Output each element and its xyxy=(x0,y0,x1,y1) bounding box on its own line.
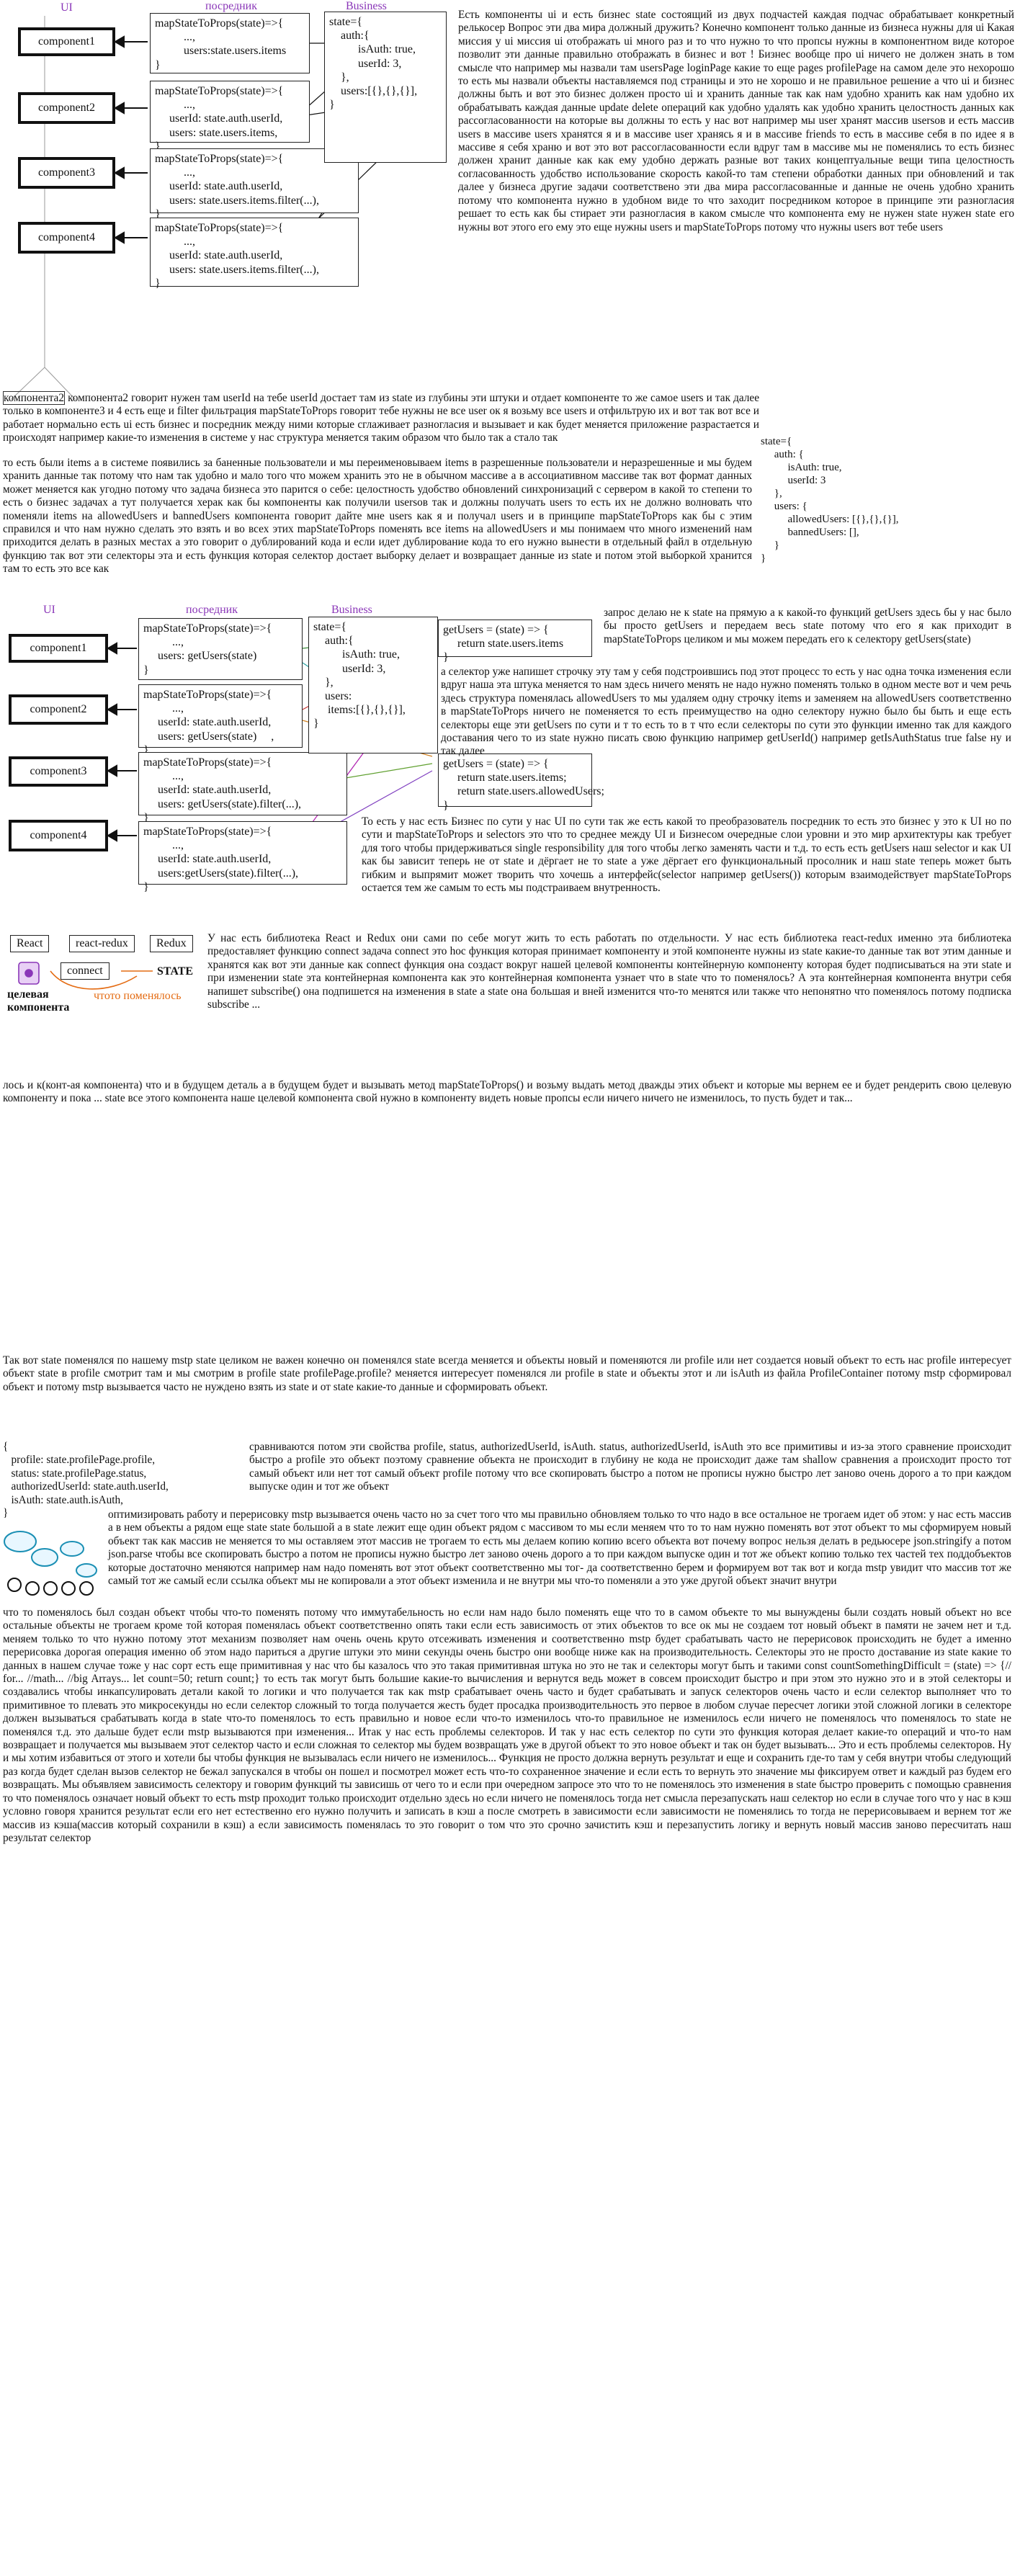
mstp-box-4: mapStateToProps(state)=>{ ..., userId: s… xyxy=(150,218,359,290)
connect-box: connect xyxy=(61,962,109,980)
state-box-2: state={ auth:{ isAuth: true, userId: 3, … xyxy=(308,617,438,753)
paragraph-intro: Есть компоненты ui и есть бизнес state с… xyxy=(458,9,1014,233)
changed-label: чтото поменялось xyxy=(94,990,182,1002)
paragraph-optimize: оптимизировать работу и перерисовку mstp… xyxy=(108,1508,1011,1588)
component1-box: component1 xyxy=(18,27,115,56)
redux-box: Redux xyxy=(150,935,193,952)
selector-box-1: getUsers = (state) => { return state.use… xyxy=(438,620,592,663)
mstp2-box-2: mapStateToProps(state)=>{ ..., userId: s… xyxy=(138,684,303,756)
paragraph-selector-change: а селектор уже напишет строчку эту там у… xyxy=(441,666,1011,758)
state-small-code: state={ auth: { isAuth: true, userId: 3 … xyxy=(756,432,972,576)
mstp-box-1: mapStateToProps(state)=>{ ..., users:sta… xyxy=(150,13,310,73)
component2-chip: компонента2 xyxy=(3,391,65,405)
ui-label-2: UI xyxy=(43,604,55,616)
mstp2-box-3: mapStateToProps(state)=>{ ..., userId: s… xyxy=(138,752,347,824)
component3-box: component3 xyxy=(18,157,115,189)
paragraph-selectors-memo: что то поменялось был создан объект чтоб… xyxy=(3,1606,1011,1844)
target-component-label: целевая компонента xyxy=(7,988,70,1014)
paragraph-component2: компонента2 компонента2 говорит нужен та… xyxy=(3,391,760,445)
component4-box-2: component4 xyxy=(9,820,108,851)
mstp-box-2: mapStateToProps(state)=>{ ..., userId: s… xyxy=(150,81,310,153)
paragraph-selector-request: запрос делаю не к state на прямую а к ка… xyxy=(604,607,1011,645)
posrednik-label-2: посредник xyxy=(186,604,238,616)
component2-box-2: component2 xyxy=(9,694,108,725)
paragraph-component2-text: компонента2 говорит нужен там userId на … xyxy=(3,392,760,444)
mstp2-box-4: mapStateToProps(state)=>{ ..., userId: s… xyxy=(138,821,347,893)
component1-box-2: component1 xyxy=(9,634,108,663)
state-box: state={ auth:{ isAuth: true, userId: 3, … xyxy=(324,12,447,163)
react-redux-box: react-redux xyxy=(69,935,135,952)
posrednik-label: посредник xyxy=(205,0,257,12)
paragraph-items-change: то есть были items а в системе появились… xyxy=(3,457,752,576)
paragraph-react-redux: У нас есть библиотека React и Redux они … xyxy=(207,932,1011,1011)
paragraph-state-changed: Так вот state поменялся по нашему mstp s… xyxy=(3,1354,1011,1393)
component4-box: component4 xyxy=(18,222,115,254)
mstp2-box-1: mapStateToProps(state)=>{ ..., users: ge… xyxy=(138,618,303,680)
paragraph-container-component: лось и к(конт-ая компонента) что и в буд… xyxy=(3,1079,1011,1105)
state-label: STATE xyxy=(157,965,194,978)
selector-box-2: getUsers = (state) => { return state.use… xyxy=(438,753,604,812)
component2-box: component2 xyxy=(18,92,115,124)
ui-label: UI xyxy=(61,1,73,14)
business-label-2: Business xyxy=(331,604,372,616)
paragraph-compare-props: сравниваются потом эти свойства profile,… xyxy=(249,1441,1011,1493)
paragraph-architecture: То есть у нас есть Бизнес по сути у нас … xyxy=(362,815,1011,895)
component3-box-2: component3 xyxy=(9,756,108,787)
react-box: React xyxy=(10,935,50,952)
